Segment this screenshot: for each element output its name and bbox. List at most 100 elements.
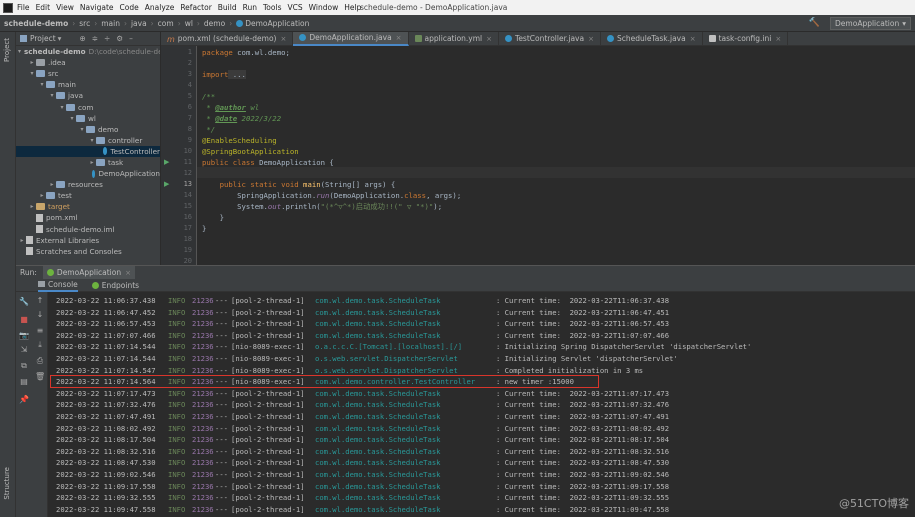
breadcrumb-java[interactable]: java bbox=[131, 19, 147, 28]
tree-item[interactable]: ▾ schedule-demo D:\code\schedule-de bbox=[16, 46, 160, 57]
chevron-down-icon[interactable]: ▾ bbox=[58, 34, 62, 43]
chevron-right-icon[interactable]: ▸ bbox=[28, 201, 36, 212]
breadcrumb-wl[interactable]: wl bbox=[185, 19, 193, 28]
menu-run[interactable]: Run bbox=[243, 3, 257, 12]
scroll-up-icon[interactable]: ↑ bbox=[35, 296, 45, 305]
minimize-icon[interactable]: – bbox=[129, 34, 133, 43]
menu-refactor[interactable]: Refactor bbox=[180, 3, 211, 12]
chevron-down-icon[interactable]: ▾ bbox=[68, 113, 76, 124]
trash-icon[interactable]: 🗑 bbox=[35, 372, 45, 381]
breadcrumb-project[interactable]: schedule-demo bbox=[4, 19, 68, 28]
menu-tools[interactable]: Tools bbox=[263, 3, 281, 12]
menu-vcs[interactable]: VCS bbox=[287, 3, 302, 12]
tree-item[interactable]: ▾ src bbox=[16, 68, 160, 79]
gear-icon[interactable]: ⚙ bbox=[116, 34, 123, 43]
run-config-tab[interactable]: DemoApplication × bbox=[42, 266, 135, 279]
breadcrumb-demo[interactable]: demo bbox=[204, 19, 225, 28]
tree-item[interactable]: ▾ wl bbox=[16, 113, 160, 124]
tree-item[interactable]: schedule-demo.iml bbox=[16, 224, 160, 235]
chevron-right-icon[interactable]: ▸ bbox=[18, 235, 26, 246]
menu-view[interactable]: View bbox=[56, 3, 74, 12]
menu-edit[interactable]: Edit bbox=[36, 3, 51, 12]
menu-window[interactable]: Window bbox=[309, 3, 339, 12]
close-icon[interactable]: × bbox=[281, 35, 287, 43]
editor-tab[interactable]: m pom.xml (schedule-demo) × bbox=[161, 31, 294, 46]
editor-tab[interactable]: DemoApplication.java × bbox=[293, 31, 409, 46]
layout-icon[interactable]: ⧉ bbox=[19, 361, 29, 370]
chevron-down-icon[interactable]: ▾ bbox=[88, 135, 96, 146]
menu-code[interactable]: Code bbox=[120, 3, 139, 12]
tree-item[interactable]: Scratches and Consoles bbox=[16, 246, 160, 257]
soft-wrap-icon[interactable]: ≡ bbox=[35, 326, 45, 335]
tab-endpoints[interactable]: Endpoints bbox=[91, 281, 139, 290]
collapse-all-icon[interactable]: ≑ bbox=[92, 34, 98, 43]
editor-tab[interactable]: task-config.ini × bbox=[703, 31, 789, 46]
build-hammer-icon[interactable]: 🔨 bbox=[809, 18, 820, 28]
breadcrumb-main[interactable]: main bbox=[101, 19, 120, 28]
editor-tab[interactable]: application.yml × bbox=[409, 31, 500, 46]
breadcrumb-separator: › bbox=[150, 18, 154, 28]
scroll-down-icon[interactable]: ↓ bbox=[35, 310, 45, 319]
close-icon[interactable]: × bbox=[775, 35, 781, 43]
project-tool-window-button[interactable]: Project bbox=[3, 38, 11, 62]
expand-all-icon[interactable]: ÷ bbox=[104, 34, 110, 43]
stop-icon[interactable]: ■ bbox=[19, 315, 29, 324]
chevron-down-icon[interactable]: ▾ bbox=[18, 46, 21, 57]
chevron-down-icon[interactable]: ▾ bbox=[38, 79, 46, 90]
menu-navigate[interactable]: Navigate bbox=[80, 3, 114, 12]
chevron-down-icon[interactable]: ▾ bbox=[28, 68, 36, 79]
log-logger: com.wl.demo.task.ScheduleTask bbox=[315, 446, 441, 456]
menu-help[interactable]: Help bbox=[344, 3, 361, 12]
tree-item[interactable]: TestController bbox=[16, 145, 160, 157]
close-icon[interactable]: × bbox=[486, 35, 492, 43]
tree-item[interactable]: ▾ main bbox=[16, 79, 160, 90]
wrench-icon[interactable]: 🔧 bbox=[19, 297, 29, 306]
breadcrumb-demoapplication[interactable]: DemoApplication bbox=[245, 19, 309, 28]
editor-tab[interactable]: TestController.java × bbox=[499, 31, 601, 46]
code-editor[interactable]: package com.wl.demo; import ... /** * @a… bbox=[197, 46, 915, 265]
editor-tab[interactable]: ScheduleTask.java × bbox=[601, 31, 703, 46]
locate-icon[interactable]: ⊕ bbox=[79, 34, 85, 43]
breadcrumb-com[interactable]: com bbox=[158, 19, 174, 28]
close-icon[interactable]: × bbox=[690, 35, 696, 43]
run-gutter-icon[interactable]: ▶ bbox=[164, 180, 169, 188]
dump-icon[interactable]: ▤ bbox=[19, 377, 29, 386]
structure-tool-window-button[interactable]: Structure bbox=[3, 467, 11, 500]
tree-item[interactable]: ▾ java bbox=[16, 90, 160, 101]
chevron-down-icon[interactable]: ▾ bbox=[58, 102, 66, 113]
close-icon[interactable]: × bbox=[588, 35, 594, 43]
close-icon[interactable]: × bbox=[396, 34, 402, 42]
chevron-right-icon[interactable]: ▸ bbox=[48, 179, 56, 190]
print-icon[interactable]: ⎙ bbox=[35, 356, 45, 365]
run-configuration-select[interactable]: DemoApplication ▾ bbox=[830, 17, 911, 30]
breadcrumb-src[interactable]: src bbox=[79, 19, 90, 28]
menu-analyze[interactable]: Analyze bbox=[145, 3, 175, 12]
tree-item[interactable]: pom.xml bbox=[16, 212, 160, 223]
tree-item[interactable]: ▾ controller bbox=[16, 135, 160, 146]
tree-item[interactable]: ▾ demo bbox=[16, 124, 160, 135]
tree-item[interactable]: ▸ External Libraries bbox=[16, 235, 160, 246]
tree-item[interactable]: ▸ test bbox=[16, 190, 160, 201]
scroll-to-end-icon[interactable]: ⤓ bbox=[35, 340, 45, 349]
tree-item[interactable]: ▸ .idea bbox=[16, 57, 160, 68]
console-output[interactable]: 2022-03-22 11:06:37.438 INFO 21236 --- [pool… bbox=[48, 292, 915, 517]
run-gutter-icon[interactable]: ▶ bbox=[164, 158, 169, 166]
login-icon[interactable]: ⇲ bbox=[19, 345, 29, 354]
chevron-right-icon[interactable]: ▸ bbox=[88, 157, 96, 168]
tree-item[interactable]: ▸ task bbox=[16, 157, 160, 168]
chevron-down-icon[interactable]: ▾ bbox=[78, 124, 86, 135]
tree-item[interactable]: ▾ com bbox=[16, 101, 160, 112]
menu-file[interactable]: File bbox=[17, 3, 30, 12]
tab-console[interactable]: Console bbox=[38, 279, 78, 292]
chevron-right-icon[interactable]: ▸ bbox=[28, 57, 36, 68]
tree-item[interactable]: ▸ resources bbox=[16, 179, 160, 190]
tree-item[interactable]: DemoApplication bbox=[16, 168, 160, 179]
chevron-right-icon[interactable]: ▸ bbox=[38, 190, 46, 201]
pin-icon[interactable]: 📌 bbox=[19, 395, 29, 404]
project-view-select[interactable]: Project bbox=[30, 34, 56, 43]
camera-icon[interactable]: 📷 bbox=[19, 331, 29, 340]
chevron-down-icon[interactable]: ▾ bbox=[48, 90, 56, 101]
close-icon[interactable]: × bbox=[125, 269, 131, 277]
menu-build[interactable]: Build bbox=[218, 3, 237, 12]
tree-item[interactable]: ▸ target bbox=[16, 201, 160, 212]
